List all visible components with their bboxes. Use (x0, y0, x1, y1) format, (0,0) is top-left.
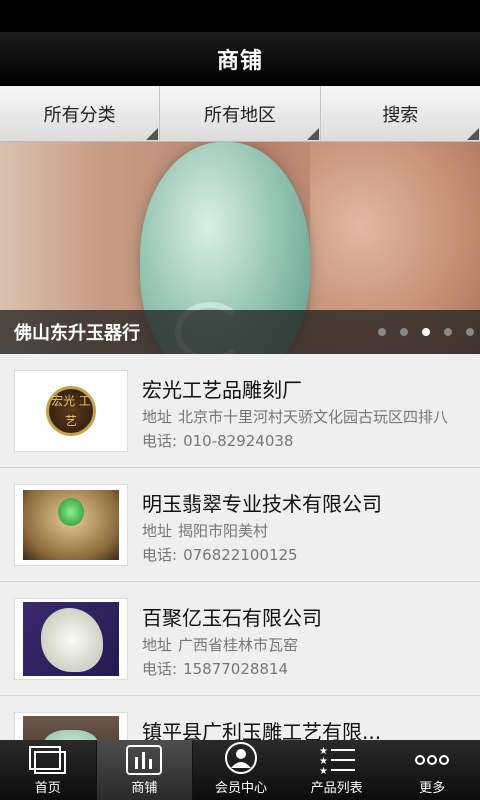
store-image (23, 602, 119, 676)
carousel-dot-active[interactable] (422, 328, 430, 336)
store-phone: 电话: 076822100125 (142, 546, 298, 564)
title-bar: 商铺 (0, 32, 480, 86)
store-name: 镇平县广利玉雕工艺有限... (142, 720, 382, 740)
banner-carousel[interactable]: 佛山东升玉器行 (0, 142, 480, 354)
carousel-dot[interactable] (400, 328, 408, 336)
tab-label: 产品列表 (310, 781, 363, 796)
store-list: 宏光 工艺 宏光工艺品雕刻厂 地址 北京市十里河村天骄文化园古玩区四排八 电话: 0… (0, 354, 480, 740)
dropdown-corner-icon (306, 128, 319, 140)
store-address: 地址 北京市十里河村天骄文化园古玩区四排八 (142, 408, 449, 426)
store-thumbnail (14, 598, 128, 680)
store-name: 百聚亿玉石有限公司 (142, 606, 322, 630)
store-thumbnail (14, 712, 128, 740)
user-icon (224, 742, 257, 774)
store-list-item[interactable]: 镇平县广利玉雕工艺有限... (0, 696, 480, 740)
category-filter-label: 所有分类 (43, 104, 116, 126)
region-filter-button[interactable]: 所有地区 (160, 86, 321, 141)
tab-shops[interactable]: 商铺 (95, 740, 194, 800)
tab-label: 会员中心 (214, 781, 267, 796)
banner-caption: 佛山东升玉器行 (14, 323, 140, 344)
store-list-item[interactable]: 百聚亿玉石有限公司 地址 广西省桂林市瓦窑 电话: 15877028814 (0, 582, 480, 696)
store-name: 明玉翡翠专业技术有限公司 (142, 492, 382, 516)
carousel-dot[interactable] (378, 328, 386, 336)
dropdown-corner-icon (146, 128, 159, 140)
category-filter-button[interactable]: 所有分类 (0, 86, 161, 141)
tab-label: 商铺 (131, 781, 158, 796)
bottom-tab-bar: 首页 商铺 会员中心 ★ ★ ★ 产品列表 更多 (0, 740, 480, 800)
home-icon (28, 746, 66, 774)
chart-icon (126, 745, 163, 775)
store-name: 宏光工艺品雕刻厂 (142, 378, 302, 402)
banner-caption-bar: 佛山东升玉器行 (0, 310, 480, 354)
status-bar (0, 0, 480, 32)
store-thumbnail: 宏光 工艺 (14, 370, 128, 452)
store-list-item[interactable]: 宏光 工艺 宏光工艺品雕刻厂 地址 北京市十里河村天骄文化园古玩区四排八 电话: 0… (0, 354, 480, 468)
region-filter-label: 所有地区 (203, 104, 276, 126)
tab-member-center[interactable]: 会员中心 (193, 740, 289, 800)
dropdown-corner-icon (466, 128, 479, 140)
store-phone: 电话: 15877028814 (142, 660, 289, 678)
store-image (23, 490, 119, 560)
tab-home[interactable]: 首页 (0, 740, 96, 800)
store-phone: 电话: 010-82924038 (142, 432, 294, 450)
more-icon (415, 755, 450, 765)
search-label: 搜索 (382, 104, 419, 126)
store-address: 地址 广西省桂林市瓦窑 (142, 636, 299, 654)
filter-bar: 所有分类 所有地区 搜索 (0, 86, 480, 142)
carousel-dot[interactable] (444, 328, 452, 336)
tab-label: 首页 (34, 781, 61, 796)
carousel-indicators (378, 328, 474, 336)
store-image (23, 716, 119, 740)
store-address: 地址 揭阳市阳美村 (142, 522, 269, 540)
tab-product-list[interactable]: ★ ★ ★ 产品列表 (289, 740, 385, 800)
svg-text:★: ★ (319, 766, 328, 775)
carousel-dot[interactable] (466, 328, 474, 336)
page-title: 商铺 (216, 49, 263, 74)
star-list-icon: ★ ★ ★ (319, 746, 355, 775)
store-list-item[interactable]: 明玉翡翠专业技术有限公司 地址 揭阳市阳美村 电话: 076822100125 (0, 468, 480, 582)
store-thumbnail (14, 484, 128, 566)
search-button[interactable]: 搜索 (321, 86, 480, 141)
tab-more[interactable]: 更多 (384, 740, 480, 800)
tab-label: 更多 (419, 781, 446, 796)
store-logo: 宏光 工艺 (46, 386, 96, 436)
